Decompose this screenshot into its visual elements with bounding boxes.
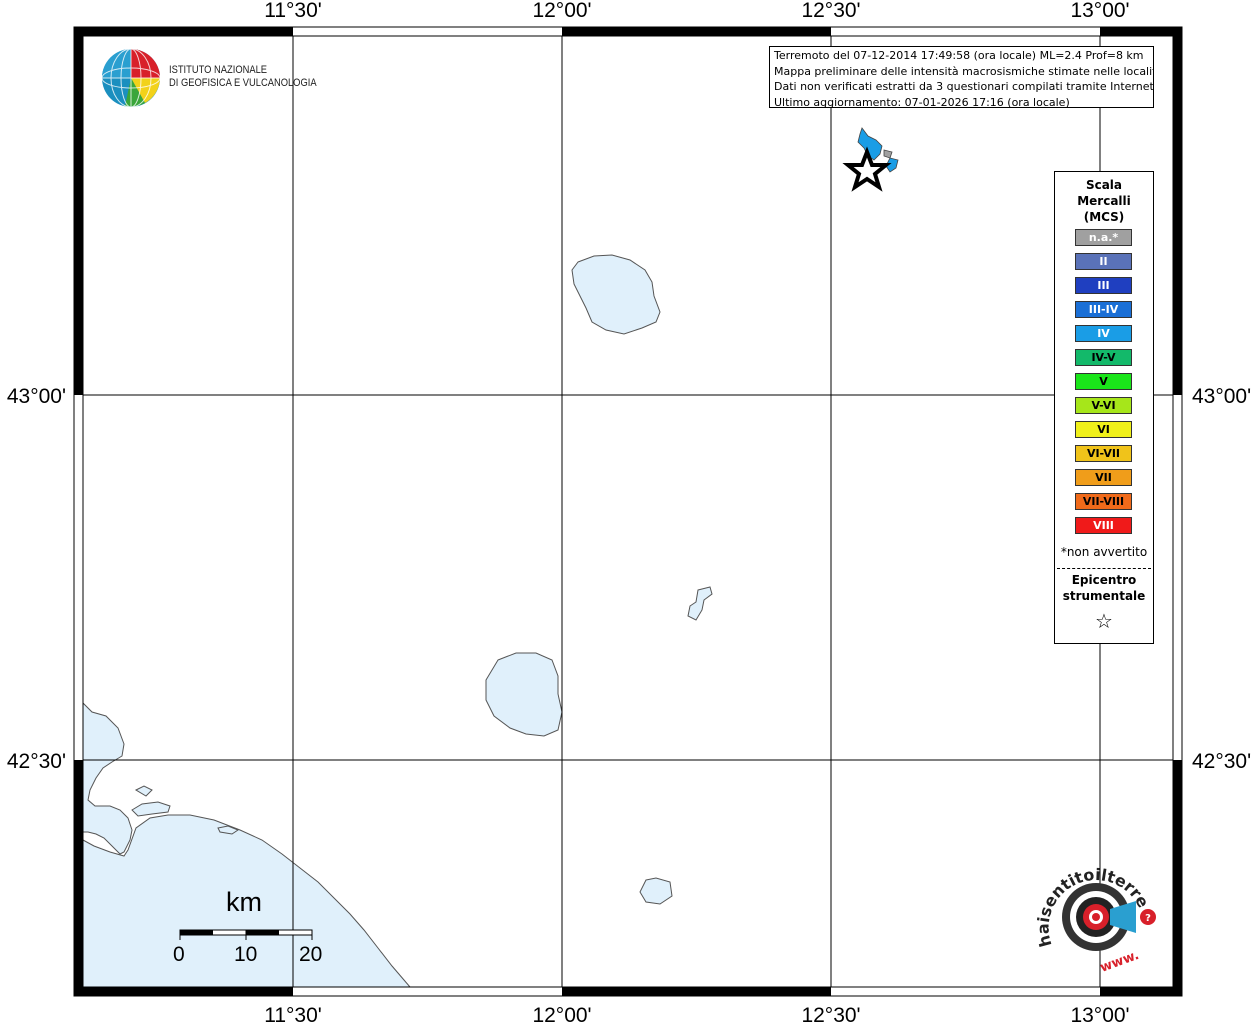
lat-label: 42°30' [7, 750, 66, 773]
lon-label: 11°30' [264, 1004, 322, 1024]
mcs-legend: Scala Mercalli (MCS) n.a.* II III III-IV IV I… [1054, 171, 1154, 644]
scale-label: 20 [299, 943, 323, 966]
institution-name: ISTITUTO NAZIONALE DI GEOFISICA E VULCAN… [169, 64, 317, 90]
legend-item: V-VI [1075, 397, 1132, 414]
lon-label: 12°30' [801, 1004, 860, 1024]
legend-item: IV-V [1075, 349, 1132, 366]
legend-item: III-IV [1075, 301, 1132, 318]
legend-item: VIII [1075, 517, 1132, 534]
longitude-labels-bottom: 11°30' 12°00' 12°30' 13°00' [264, 1004, 1129, 1024]
legend-title-line: (MCS) [1083, 210, 1125, 224]
legend-title: Scala Mercalli (MCS) [1055, 177, 1153, 225]
lon-label: 13°00' [1070, 1004, 1129, 1024]
legend-item: VI [1075, 421, 1132, 438]
epicenter-label-line: Epicentro [1071, 573, 1137, 587]
legend-item: III [1075, 277, 1132, 294]
latitude-labels-left: 43°00' 42°30' [7, 385, 66, 773]
info-line: Terremoto del 07-12-2014 17:49:58 (ora l… [774, 49, 1144, 62]
lat-label: 43°00' [7, 385, 66, 408]
star-icon: ☆ [1095, 609, 1113, 633]
legend-divider [1057, 568, 1151, 569]
info-line: Mappa preliminare delle intensità macros… [774, 64, 1154, 78]
lon-label: 11°30' [264, 0, 322, 22]
epicenter-legend-label: Epicentro strumentale [1055, 572, 1153, 604]
lat-label: 42°30' [1192, 750, 1251, 773]
scale-label: 10 [234, 943, 258, 966]
globe-icon [101, 48, 161, 108]
institution-line1: ISTITUTO NAZIONALE [169, 64, 268, 76]
institution-line2: DI GEOFISICA E VULCANOLOGIA [169, 77, 317, 89]
info-line: Ultimo aggiornamento: 07-01-2026 17:16 (… [774, 95, 1070, 108]
lon-label: 13°00' [1070, 0, 1129, 22]
legend-item: VII-VIII [1075, 493, 1132, 510]
latitude-labels-right: 43°00' 42°30' [1192, 385, 1251, 773]
lat-label: 43°00' [1192, 385, 1251, 408]
legend-note: *non avvertito [1060, 545, 1148, 559]
earthquake-info-box: Terremoto del 07-12-2014 17:49:58 (ora l… [769, 46, 1154, 108]
lon-label: 12°00' [532, 0, 591, 22]
scale-unit: km [226, 887, 262, 917]
lon-label: 12°00' [532, 1004, 591, 1024]
legend-item: VII [1075, 469, 1132, 486]
scale-label: 0 [173, 943, 185, 966]
epicenter-label-line: strumentale [1062, 589, 1146, 603]
legend-title-line: Mercalli [1077, 194, 1131, 208]
legend-item: n.a.* [1075, 229, 1132, 246]
legend-title-line: Scala [1085, 178, 1123, 192]
longitude-labels-top: 11°30' 12°00' 12°30' 13°00' [264, 0, 1129, 22]
legend-item: IV [1075, 325, 1132, 342]
legend-item: VI-VII [1075, 445, 1132, 462]
lon-label: 12°30' [801, 0, 860, 22]
legend-item: II [1075, 253, 1132, 270]
legend-item: V [1075, 373, 1132, 390]
svg-text:?: ? [1145, 913, 1151, 924]
info-line: Dati non verificati estratti da 3 questi… [774, 80, 1154, 93]
